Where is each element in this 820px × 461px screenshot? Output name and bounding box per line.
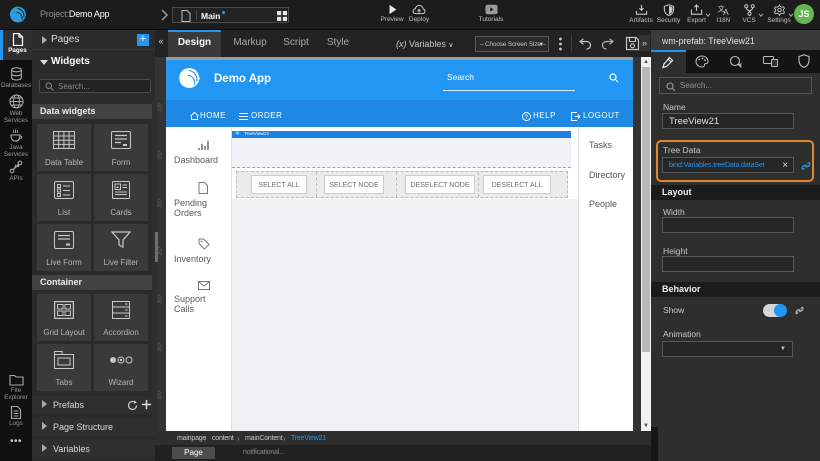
svg-text:A: A <box>723 7 729 16</box>
